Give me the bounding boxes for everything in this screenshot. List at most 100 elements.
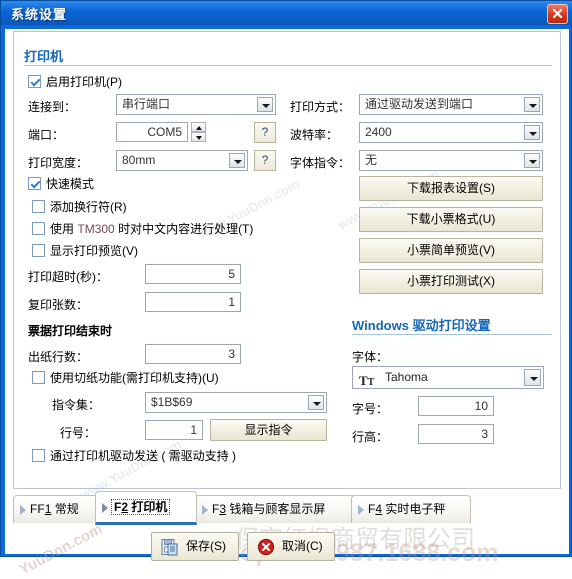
connect-to-combo[interactable]: 串行端口 (116, 94, 276, 115)
show-preview-label[interactable]: 显示打印预览(V) (50, 242, 138, 259)
save-icon (161, 538, 179, 556)
driver-font-label: 字体： (352, 350, 389, 364)
enable-printer-checkbox[interactable] (28, 75, 41, 88)
enable-printer-label[interactable]: 启用打印机(P) (46, 73, 122, 90)
font-command-value: 无 (365, 153, 378, 167)
driver-font-size-label: 字号： (352, 402, 389, 416)
print-mode-label: 打印方式： (290, 100, 351, 114)
tab-f3-label: 钱箱与顾客显示屏 (229, 502, 326, 516)
baud-rate-value: 2400 (365, 125, 392, 139)
tm300-model: TM300 (77, 222, 115, 236)
receipt-print-test-button[interactable]: 小票打印测试(X) (359, 269, 543, 294)
printer-group-title: 打印机 (24, 49, 64, 64)
chevron-down-icon[interactable] (524, 369, 541, 386)
tab-f4-electronic-scale[interactable]: F4 实时电子秤 (351, 495, 471, 523)
via-driver-checkbox[interactable] (32, 449, 45, 462)
add-linefeed-checkbox[interactable] (32, 200, 45, 213)
truetype-icon: TT (359, 373, 375, 388)
show-command-button[interactable]: 显示指令 (210, 419, 327, 441)
driver-font-combo[interactable]: TT Tahoma (352, 366, 544, 389)
baud-rate-label: 波特率： (290, 128, 339, 142)
printer-group-rule (24, 65, 552, 66)
print-mode-value: 通过驱动发送到端口 (365, 97, 474, 111)
tab-f1-label: 常规 (54, 502, 79, 516)
add-linefeed-label[interactable]: 添加换行符(R) (50, 198, 127, 215)
print-width-help-button[interactable]: ? (254, 150, 276, 171)
fast-mode-label[interactable]: 快速模式 (46, 175, 94, 192)
windows-driver-group-rule (352, 334, 552, 335)
close-button[interactable] (547, 4, 568, 24)
chevron-down-icon[interactable] (524, 125, 540, 140)
use-cutter-label[interactable]: 使用切纸功能(需打印机支持)(U) (50, 369, 219, 386)
font-command-combo[interactable]: 无 (359, 150, 543, 171)
client-area: www.YuuDnn.com www.YuuDnn.com www.YuuDnn… (5, 29, 569, 579)
print-width-combo[interactable]: 80mm (116, 150, 248, 171)
copies-input[interactable]: 1 (145, 292, 241, 312)
tab-f2-label: 打印机 (131, 500, 168, 514)
line-no-label: 行号： (60, 426, 97, 440)
print-mode-combo[interactable]: 通过驱动发送到端口 (359, 94, 543, 115)
windows-driver-group-title: Windows 驱动打印设置 (352, 315, 491, 334)
command-set-combo[interactable]: $1B$69 (145, 392, 327, 413)
show-preview-checkbox[interactable] (32, 244, 45, 257)
line-no-input[interactable]: 1 (145, 420, 203, 440)
download-report-settings-button[interactable]: 下载报表设置(S) (359, 176, 543, 201)
feed-lines-input[interactable]: 3 (145, 344, 241, 364)
tab-arrow-icon (102, 502, 108, 513)
port-stepper-down[interactable] (191, 132, 206, 142)
tab-f2-printer[interactable]: F2 打印机 (95, 491, 197, 525)
connect-to-label: 连接到： (28, 100, 77, 114)
port-stepper-up[interactable] (191, 122, 206, 132)
command-set-label: 指令集： (52, 398, 101, 412)
windows-driver-title-cn: 驱动打印设置 (412, 318, 491, 333)
via-driver-label[interactable]: 通过打印机驱动发送 ( 需驱动支持 ) (50, 447, 236, 464)
save-button-label: 保存(S) (186, 539, 226, 553)
port-stepper[interactable] (191, 122, 206, 143)
driver-font-value: Tahoma (385, 370, 428, 384)
use-cutter-checkbox[interactable] (32, 371, 45, 384)
command-set-value: $1B$69 (151, 395, 193, 409)
driver-line-height-label: 行高： (352, 430, 389, 444)
printer-settings-panel: www.YuuDnn.com www.YuuDnn.com www.YuuDnn… (13, 31, 561, 503)
cancel-icon (257, 538, 275, 556)
tm300-prefix: 使用 (50, 222, 75, 236)
font-command-label: 字体指令： (290, 156, 351, 170)
driver-font-size-input[interactable]: 10 (418, 396, 494, 416)
download-receipt-format-button[interactable]: 下载小票格式(U) (359, 207, 543, 232)
print-timeout-label: 打印超时(秒)： (28, 270, 108, 284)
dialog-footer: 保定红枫商贸有限公司 opserv1987.1688.com YuuDnn.co… (5, 520, 569, 578)
window-title: 系统设置 (11, 7, 68, 22)
print-timeout-input[interactable]: 5 (145, 264, 241, 284)
chevron-down-icon[interactable] (257, 97, 273, 112)
fast-mode-checkbox[interactable] (28, 177, 41, 190)
chevron-down-icon[interactable] (308, 395, 324, 410)
baud-rate-combo[interactable]: 2400 (359, 122, 543, 143)
close-icon (552, 8, 563, 19)
tab-arrow-icon (358, 504, 364, 515)
tab-f4-label: 实时电子秤 (385, 502, 446, 516)
feed-lines-label: 出纸行数： (28, 350, 89, 364)
tab-arrow-icon (20, 504, 26, 515)
tm300-label[interactable]: 使用 TM300 时对中文内容进行处理(T) (50, 220, 253, 237)
tab-f3-cashbox-display[interactable]: F3 钱箱与顾客显示屏 (195, 495, 355, 523)
port-help-button[interactable]: ? (254, 122, 276, 143)
chevron-down-icon[interactable] (524, 97, 540, 112)
tm300-checkbox[interactable] (32, 222, 45, 235)
chevron-down-icon[interactable] (524, 153, 540, 168)
chevron-down-icon[interactable] (229, 153, 245, 168)
receipt-end-group-title: 票据打印结束时 (28, 324, 113, 338)
title-bar: 系统设置 (1, 1, 572, 25)
receipt-simple-preview-button[interactable]: 小票简单预览(V) (359, 238, 543, 263)
port-label: 端口： (28, 128, 65, 142)
port-input[interactable]: COM5 (116, 122, 188, 142)
connect-to-value: 串行端口 (122, 97, 171, 111)
watermark-d: YuuDnn.com (16, 520, 106, 579)
system-settings-window: 系统设置 www.YuuDnn.com www.YuuDnn.com www.Y… (0, 0, 572, 579)
tab-arrow-icon (202, 504, 208, 515)
print-width-label: 打印宽度： (28, 156, 89, 170)
cancel-button-label: 取消(C) (282, 539, 323, 553)
driver-line-height-input[interactable]: 3 (418, 424, 494, 444)
tm300-suffix: 时对中文内容进行处理(T) (118, 222, 254, 236)
settings-tabstrip: FF1F1 常规 F2 打印机 F3 钱箱与顾客显示屏 F4 实时电子秤 (13, 491, 561, 525)
tab-f1-general[interactable]: FF1F1 常规 (13, 495, 99, 523)
